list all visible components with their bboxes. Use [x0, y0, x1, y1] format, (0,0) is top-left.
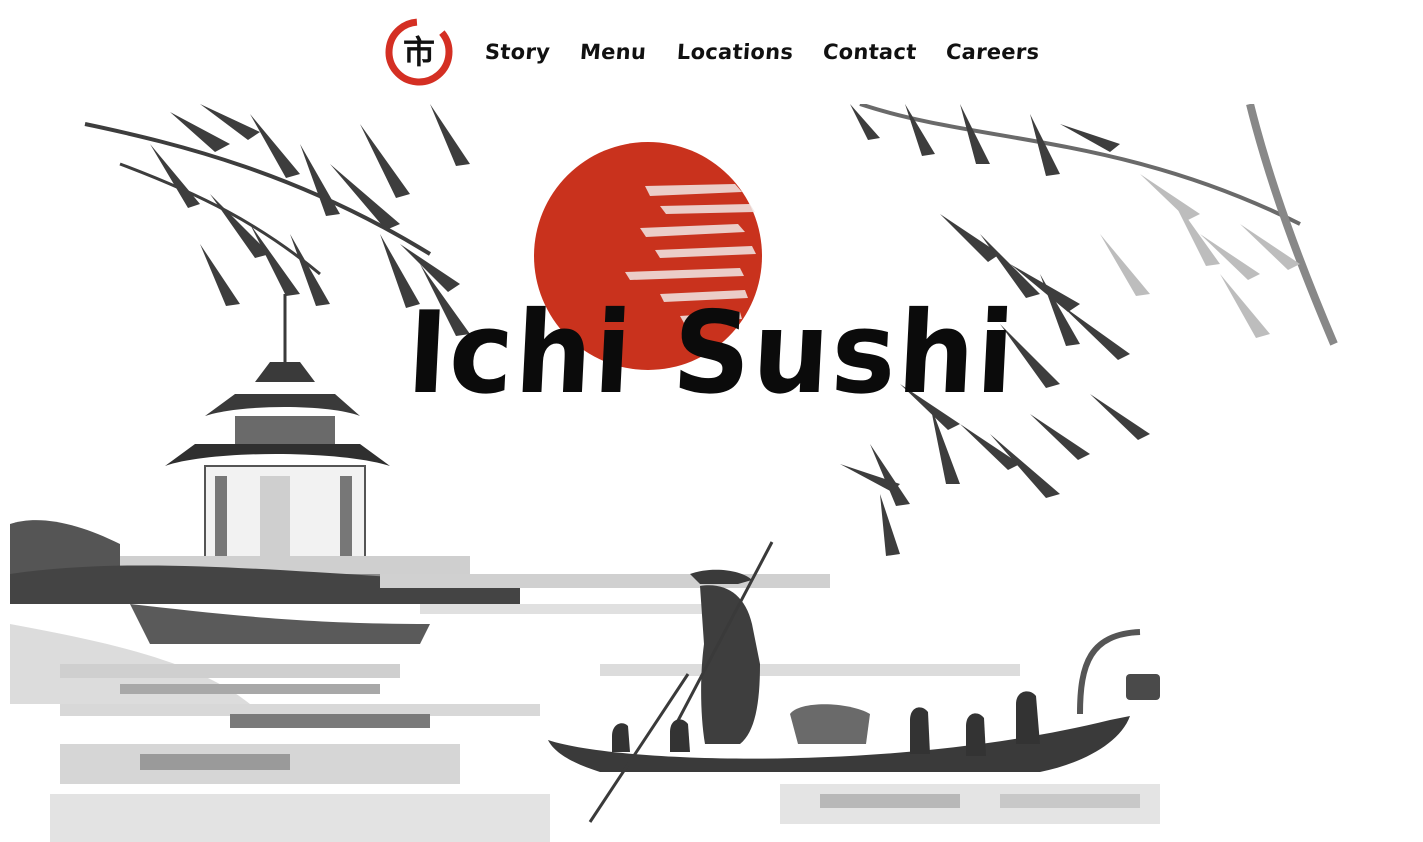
nav-item-locations[interactable]: Locations	[676, 40, 794, 64]
nav-bar: 市 Story Menu Locations Contact Careers	[383, 16, 1041, 88]
top-navigation: 市 Story Menu Locations Contact Careers	[0, 0, 1423, 104]
page: 市 Story Menu Locations Contact Careers I…	[0, 0, 1423, 842]
hero-banner: Ichi Sushi	[0, 104, 1423, 842]
logo-glyph: 市	[403, 33, 435, 71]
hero-title: Ichi Sushi	[403, 287, 1020, 420]
ink-landscape-illustration	[10, 104, 1338, 842]
nav-item-story[interactable]: Story	[484, 40, 551, 64]
nav-item-menu[interactable]: Menu	[579, 40, 647, 64]
home-logo-link[interactable]: 市	[383, 16, 455, 88]
nav-item-contact[interactable]: Contact	[822, 40, 917, 64]
kanji-ichi-logo-icon: 市	[385, 18, 453, 86]
nav-item-careers[interactable]: Careers	[946, 40, 1041, 64]
